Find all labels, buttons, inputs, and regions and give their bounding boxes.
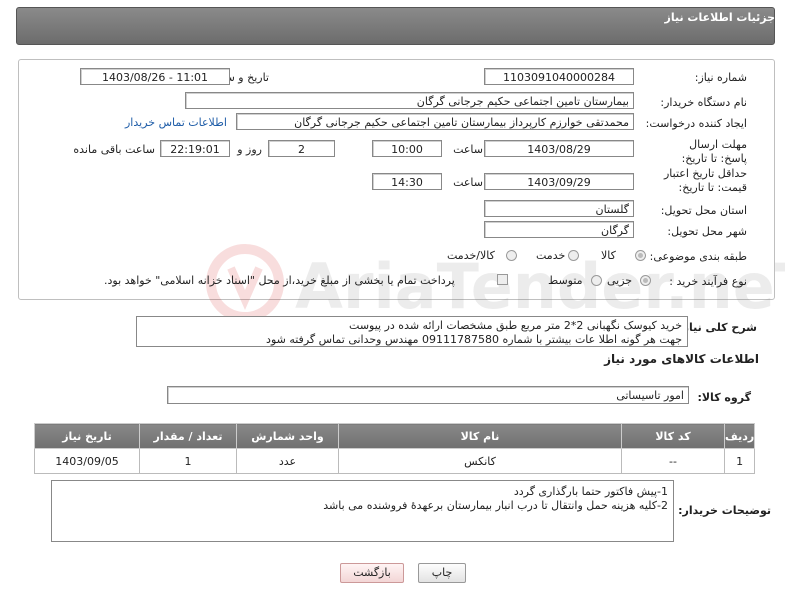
buyer-notes-line-2: 2-کلیه هزینه حمل وانتقال تا درب انبار بی… xyxy=(323,499,668,512)
goods-table-header: ردیف کد کالا نام کالا واحد شمارش تعداد /… xyxy=(34,423,756,449)
cell-date: 1403/09/05 xyxy=(34,448,140,474)
col-date-header: تاریخ نیاز xyxy=(34,423,140,449)
print-button[interactable]: چاپ xyxy=(418,563,466,583)
description-line-2: جهت هر گونه اطلا عات بیشتر با شماره 0911… xyxy=(266,333,682,346)
buyer-notes-label: توضیحات خریدار: xyxy=(678,504,771,517)
col-unit-header: واحد شمارش xyxy=(236,423,339,449)
need-number-label: شماره نیاز: xyxy=(694,71,747,84)
process-label: نوع فرآیند خرید : xyxy=(669,275,747,288)
table-row: 1 -- کانکس عدد 1 1403/09/05 xyxy=(34,448,756,474)
buyer-notes-line-1: 1-پیش فاکتور حتما بارگذاری گردد xyxy=(513,485,668,498)
validity-time-label: ساعت xyxy=(453,176,483,189)
cell-unit: عدد xyxy=(236,448,339,474)
goods-table-wrapper: ردیف کد کالا نام کالا واحد شمارش تعداد /… xyxy=(34,423,756,474)
validity-date-field: 1403/09/29 xyxy=(484,173,634,190)
deadline-date-field: 1403/08/29 xyxy=(484,140,634,157)
announce-field: 1403/08/26 - 11:01 xyxy=(80,68,230,85)
province-field: گلستان xyxy=(484,200,634,217)
category-radio-goods-service[interactable] xyxy=(506,250,517,261)
goods-group-label: گروه کالا: xyxy=(697,391,751,404)
remaining-time-field: 22:19:01 xyxy=(160,140,230,157)
treasury-payment-note: پرداخت تمام یا بخشی از مبلغ خرید،از محل … xyxy=(104,274,455,287)
goods-section-title: اطلاعات کالاهای مورد نیاز xyxy=(604,352,759,366)
description-box: خرید کیوسک نگهبانی 2*2 متر مربع طبق مشخص… xyxy=(136,316,688,347)
contact-info-link[interactable]: اطلاعات تماس خریدار xyxy=(125,116,227,129)
deadline-time-label: ساعت xyxy=(453,143,483,156)
category-option-service: خدمت xyxy=(536,249,566,262)
category-option-goods-service: کالا/خدمت xyxy=(447,249,495,262)
process-radio-minor[interactable] xyxy=(640,275,651,286)
cell-row: 1 xyxy=(723,448,756,474)
need-number-field: 1103091040000284 xyxy=(484,68,634,85)
creator-label: ایجاد کننده درخواست: xyxy=(645,117,747,130)
process-option-medium: متوسط xyxy=(548,274,583,287)
goods-group-field: امور تاسیساتی xyxy=(167,386,689,404)
province-label: استان محل تحویل: xyxy=(660,204,747,217)
col-code-header: کد کالا xyxy=(621,423,725,449)
description-label: شرح کلی نیاز: xyxy=(678,321,757,334)
process-radio-medium[interactable] xyxy=(591,275,602,286)
deadline-time-field: 10:00 xyxy=(372,140,442,157)
buyer-field: بیمارستان تامین اجتماعی حکیم جرجانی گرگا… xyxy=(185,92,634,109)
buyer-notes-box: 1-پیش فاکتور حتما بارگذاری گردد 2-کلیه ه… xyxy=(51,480,674,542)
back-button[interactable]: بازگشت xyxy=(340,563,404,583)
col-name-header: نام کالا xyxy=(338,423,622,449)
category-radio-service[interactable] xyxy=(568,250,579,261)
treasury-payment-checkbox[interactable] xyxy=(497,274,508,285)
deadline-label: مهلت ارسال پاسخ: تا تاریخ: xyxy=(681,138,747,165)
process-option-minor: جزیی xyxy=(607,274,633,287)
category-label: طبقه بندی موضوعی: xyxy=(649,250,747,263)
page-title: جزئیات اطلاعات نیاز xyxy=(664,11,776,24)
cell-code: -- xyxy=(621,448,725,474)
creator-field: محمدتقی خوارزم کارپرداز بیمارستان تامین … xyxy=(236,113,634,130)
days-label: روز و xyxy=(237,143,262,156)
remaining-label: ساعت باقی مانده xyxy=(73,143,155,156)
validity-time-field: 14:30 xyxy=(372,173,442,190)
cell-name: کانکس xyxy=(338,448,622,474)
col-qty-header: تعداد / مقدار xyxy=(139,423,237,449)
buyer-label: نام دستگاه خریدار: xyxy=(660,96,747,109)
validity-label: حداقل تاریخ اعتبار قیمت: تا تاریخ: xyxy=(663,167,747,194)
cell-qty: 1 xyxy=(139,448,237,474)
col-row-header: ردیف xyxy=(723,423,756,449)
page-header xyxy=(16,7,775,45)
city-label: شهر محل تحویل: xyxy=(667,225,747,238)
city-field: گرگان xyxy=(484,221,634,238)
days-field: 2 xyxy=(268,140,335,157)
goods-table: ردیف کد کالا نام کالا واحد شمارش تعداد /… xyxy=(34,423,756,474)
description-line-1: خرید کیوسک نگهبانی 2*2 متر مربع طبق مشخص… xyxy=(349,319,682,332)
category-radio-goods[interactable] xyxy=(635,250,646,261)
category-option-goods: کالا xyxy=(601,249,616,262)
